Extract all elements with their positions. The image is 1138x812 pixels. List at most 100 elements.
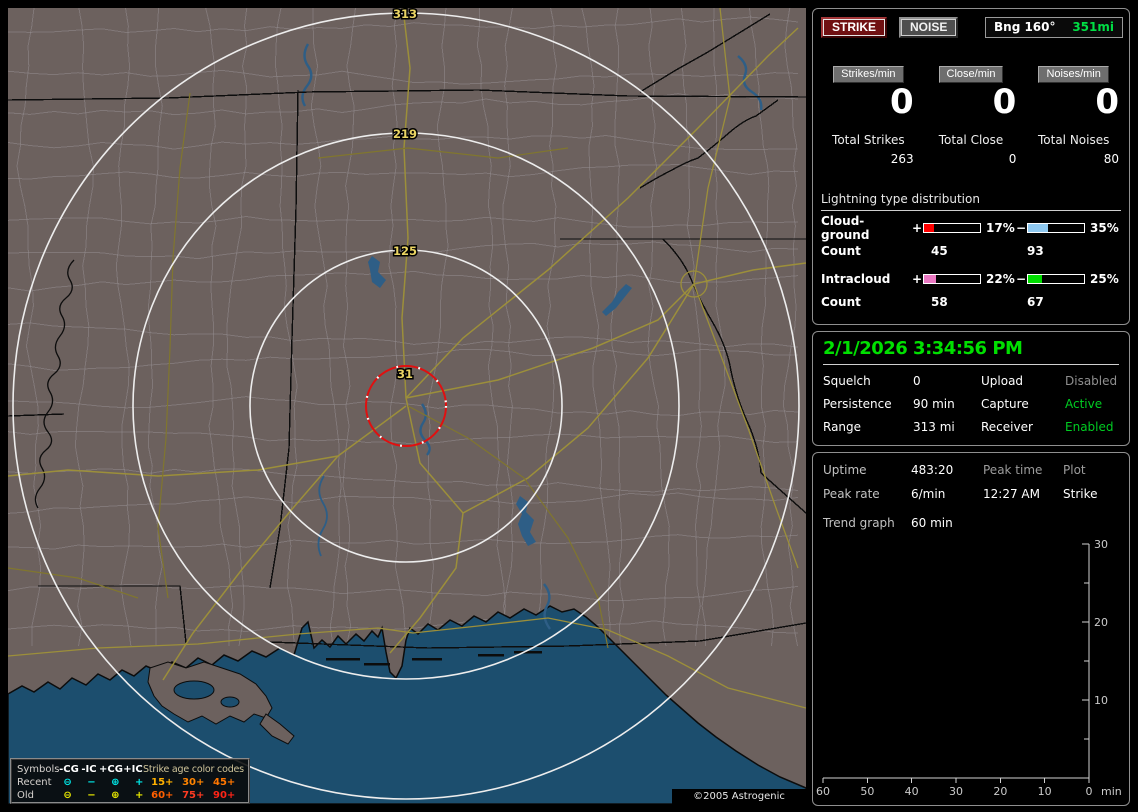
ic-negative-count: 67	[1027, 295, 1044, 309]
recent-neg-cg-icon: ⊖	[63, 777, 72, 788]
noises-per-min-value: 0	[1095, 82, 1120, 122]
strike-mode-button[interactable]: STRIKE	[821, 17, 888, 38]
capture-label: Capture	[981, 397, 1029, 411]
plot-header: Plot	[1063, 463, 1086, 477]
current-datetime: 2/1/2026 3:34:56 PM	[823, 338, 1119, 365]
strike-stats-panel: STRIKE NOISE Bng 160° 351mi Strikes/min …	[812, 8, 1130, 325]
legend-symbols-header: Symbols	[17, 764, 60, 775]
lightning-type-distribution: Lightning type distribution Cloud-ground…	[813, 192, 1129, 309]
trend-graph-chart: 30 20 10 60 50 40 30 20 10 0 min	[816, 538, 1122, 798]
range-label: Range	[823, 420, 862, 434]
total-strikes-value: 263	[890, 152, 914, 166]
ring-label-219: 219	[393, 127, 417, 141]
range-value: 313 mi	[913, 420, 955, 434]
ic-positive-count: 58	[931, 295, 948, 309]
strikes-per-min-button[interactable]: Strikes/min	[833, 66, 904, 83]
age-45: 45+	[213, 777, 236, 788]
peak-rate-label: Peak rate	[823, 487, 880, 501]
bearing-label: Bng 160°	[994, 20, 1056, 34]
svg-text:50: 50	[860, 785, 874, 798]
cg-positive-pct: 17%	[986, 220, 1015, 235]
noises-per-min-button[interactable]: Noises/min	[1038, 66, 1109, 83]
cg-negative-count: 93	[1027, 244, 1044, 258]
total-noises-label: Total Noises	[1037, 133, 1110, 147]
plus-sign: +	[911, 271, 923, 286]
noises-counter-column: Noises/min 0 Total Noises 80	[1022, 66, 1125, 166]
trend-panel: Uptime 483:20 Peak time Plot Peak rate 6…	[812, 452, 1130, 806]
map-graphic: 313 219 125 31	[8, 8, 806, 804]
old-pos-ic-icon: +	[135, 790, 144, 801]
svg-text:10: 10	[1038, 785, 1052, 798]
plot-value: Strike	[1063, 487, 1098, 501]
peak-time-header: Peak time	[983, 463, 1043, 477]
strikes-per-min-value: 0	[890, 82, 914, 122]
svg-text:0: 0	[1086, 785, 1093, 798]
total-close-value: 0	[1008, 152, 1017, 166]
status-row: Persistence 90 min Capture Active	[823, 397, 1119, 411]
map-legend: Symbols -CG -IC +CG +IC Strike age color…	[10, 758, 250, 804]
noise-mode-button[interactable]: NOISE	[899, 17, 959, 38]
age-90: 90+	[213, 790, 236, 801]
total-strikes-label: Total Strikes	[832, 133, 905, 147]
recent-pos-ic-icon: +	[135, 777, 144, 788]
trend-graph-row: Trend graph 60 min	[823, 516, 1119, 530]
cloud-ground-label: Cloud-ground	[821, 213, 870, 242]
peak-rate-value: 6/min	[911, 487, 946, 501]
peak-time-value: 12:27 AM	[983, 487, 1040, 501]
count-label: Count	[821, 244, 861, 258]
count-label: Count	[821, 295, 861, 309]
map-canvas[interactable]: 313 219 125 31 Symbols -CG -IC +CG +IC S…	[8, 8, 806, 804]
svg-text:30: 30	[949, 785, 963, 798]
old-neg-ic-icon: −	[87, 790, 96, 801]
ic-positive-pct: 22%	[986, 271, 1015, 286]
svg-text:40: 40	[905, 785, 919, 798]
uptime-label: Uptime	[823, 463, 867, 477]
upload-label: Upload	[981, 374, 1024, 388]
cloud-ground-count-row: Count 45 93	[821, 244, 1121, 258]
bearing-range: 351mi	[1072, 20, 1114, 34]
stats-row: Uptime 483:20 Peak time Plot	[823, 463, 1119, 477]
ring-label-125: 125	[393, 244, 417, 258]
squelch-value: 0	[913, 374, 921, 388]
persistence-label: Persistence	[823, 397, 892, 411]
recent-pos-cg-icon: ⊕	[111, 777, 120, 788]
squelch-label: Squelch	[823, 374, 871, 388]
total-noises-value: 80	[1103, 152, 1120, 166]
receiver-label: Receiver	[981, 420, 1033, 434]
cg-positive-count: 45	[931, 244, 948, 258]
cg-negative-pct: 35%	[1090, 220, 1119, 235]
app-window: { "map": { "ring_labels": ["313", "219",…	[0, 0, 1138, 812]
ring-label-31: 31	[397, 367, 413, 381]
status-panel: 2/1/2026 3:34:56 PM Squelch 0 Upload Dis…	[812, 331, 1130, 446]
capture-status: Active	[1065, 397, 1103, 411]
total-close-label: Total Close	[938, 133, 1004, 147]
ring-label-313: 313	[393, 8, 417, 21]
legend-recent-label: Recent	[17, 777, 52, 788]
svg-text:20: 20	[1094, 616, 1108, 629]
persistence-value: 90 min	[913, 397, 955, 411]
minus-sign: −	[1015, 220, 1027, 235]
upload-status: Disabled	[1065, 374, 1118, 388]
legend-old-label: Old	[17, 790, 34, 801]
old-neg-cg-icon: ⊖	[63, 790, 72, 801]
plus-sign: +	[911, 220, 923, 235]
age-30: 30+	[182, 777, 205, 788]
intracloud-count-row: Count 58 67	[821, 295, 1121, 309]
cg-negative-bar	[1027, 222, 1085, 233]
legend-col-pos-ic: +IC	[123, 764, 143, 775]
age-15: 15+	[151, 777, 174, 788]
close-per-min-button[interactable]: Close/min	[938, 66, 1004, 83]
svg-text:10: 10	[1094, 694, 1108, 707]
strikes-counter-column: Strikes/min 0 Total Strikes 263	[817, 66, 920, 166]
trend-graph-label: Trend graph	[823, 516, 895, 530]
status-row: Squelch 0 Upload Disabled	[823, 374, 1119, 388]
status-row: Range 313 mi Receiver Enabled	[823, 420, 1119, 434]
uptime-value: 483:20	[911, 463, 954, 477]
ic-positive-bar	[923, 273, 981, 284]
intracloud-row: Intracloud + 22% − 25%	[821, 271, 1121, 286]
ic-negative-bar	[1027, 273, 1085, 284]
distribution-title: Lightning type distribution	[821, 192, 1121, 211]
ic-negative-pct: 25%	[1090, 271, 1119, 286]
age-60: 60+	[151, 790, 174, 801]
cg-positive-bar	[923, 222, 981, 233]
